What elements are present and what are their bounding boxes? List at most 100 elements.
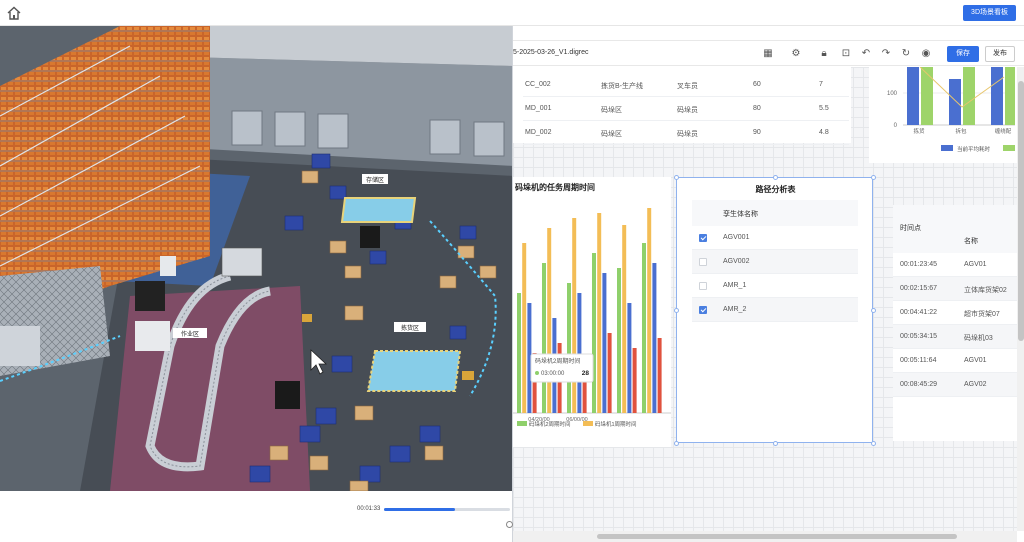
row-checkbox[interactable]	[699, 282, 707, 290]
playback-time: 00:01:33	[357, 506, 381, 512]
row-checkbox[interactable]	[699, 258, 707, 266]
time-bar-chart-svg: 100 0 拣货 拆包 缠绕配 当前平均耗时	[887, 67, 1015, 153]
eye-icon[interactable]: ◉	[919, 47, 933, 61]
x-tick: 拣货	[913, 127, 925, 135]
bar	[907, 67, 919, 125]
resize-handle[interactable]	[674, 175, 679, 180]
info-icon[interactable]	[506, 521, 513, 528]
x-tick: 缠绕配	[995, 127, 1012, 135]
event-time-table: 时间点 名称 00:01:23:45 AGV01 00:02:15:67 立体库…	[893, 205, 1017, 441]
bar	[622, 225, 627, 413]
resize-handle[interactable]	[773, 441, 778, 446]
scene-label-picking: 拣货区	[401, 324, 419, 332]
resize-handle[interactable]	[871, 441, 876, 446]
bar	[597, 213, 602, 413]
twin-name: AGV001	[723, 234, 750, 241]
dashboard-button[interactable]: 3D场景看板	[963, 5, 1016, 21]
horizontal-scrollbar[interactable]	[513, 531, 1017, 542]
file-name: 5-2025-03-26_V1.digrec	[513, 49, 589, 56]
twin-name: AMR_1	[723, 282, 747, 289]
app-root: 3D场景看板 存储区 作业区 拣货区 00:01:33 5-2025-03-26…	[0, 0, 1024, 542]
tooltip-value: 28	[582, 370, 590, 377]
bar	[1005, 67, 1015, 125]
bar	[963, 67, 975, 125]
table-header: 孪生体名称	[692, 200, 858, 226]
y-tick: 100	[887, 91, 898, 97]
resize-handle[interactable]	[871, 308, 876, 313]
bar	[652, 263, 657, 413]
dashboard-editor: 5-2025-03-26_V1.digrec ▦ ⚙ 🔒︎ ⊡ ↶ ↷ ↻ ◉ …	[512, 26, 1024, 542]
table-row: 00:02:15:67 立体库货架02	[893, 277, 1017, 301]
bar	[602, 273, 607, 413]
bar	[577, 293, 582, 413]
bar	[647, 208, 652, 413]
path-analysis-title: 路径分析表	[755, 185, 796, 194]
playback-progress-fill	[384, 508, 455, 511]
column-header-name: 名称	[964, 238, 978, 245]
table-header: 时间点 名称	[893, 205, 1017, 253]
editor-toolbar: 5-2025-03-26_V1.digrec ▦ ⚙ 🔒︎ ⊡ ↶ ↷ ↻ ◉ …	[513, 40, 1024, 66]
resize-handle[interactable]	[773, 175, 778, 180]
table-row: 00:01:23:45 AGV01	[893, 253, 1017, 277]
table-row[interactable]: AGV002	[692, 250, 858, 274]
table-row[interactable]: AMR_2	[692, 298, 858, 322]
editor-canvas[interactable]: CC_002 拣货B-生产线 叉车员 60 7 MD_001 码垛区 码垛员 8…	[513, 67, 1017, 531]
bar	[632, 348, 637, 413]
table-row[interactable]: AGV001	[692, 226, 858, 250]
bar	[522, 243, 527, 413]
playback-bar: 00:01:33	[0, 491, 514, 542]
home-icon[interactable]	[6, 5, 22, 21]
layout-icon[interactable]: ▦	[761, 47, 775, 61]
path-analysis-table: 孪生体名称 AGV001 AGV002 AMR_1 AMR_2	[692, 200, 858, 324]
resize-handle[interactable]	[674, 441, 679, 446]
publish-button[interactable]: 发布	[985, 46, 1015, 62]
playback-progress[interactable]	[384, 508, 510, 511]
bar	[592, 253, 596, 413]
legend-label: 码垛机2周期时间	[529, 420, 571, 428]
twin-name: AGV002	[723, 258, 750, 265]
x-tick: 拆包	[955, 127, 967, 135]
legend-swatch	[583, 421, 593, 426]
row-checkbox[interactable]	[699, 234, 707, 242]
column-header-time: 时间点	[900, 225, 921, 232]
time-bar-chart: 100 0 拣货 拆包 缠绕配 当前平均耗时	[869, 67, 1017, 163]
warehouse-3d-view[interactable]: 存储区 作业区 拣货区	[0, 26, 514, 491]
redo-icon[interactable]: ↷	[879, 47, 893, 61]
cycle-time-chart: 码垛机的任务周期时间 码垛机2周期时间 03:00:00 28 04/20/00…	[513, 177, 671, 447]
undo-icon[interactable]: ↶	[859, 47, 873, 61]
vertical-scrollbar[interactable]	[1017, 67, 1024, 531]
column-header-name: 孪生体名称	[723, 211, 758, 218]
bar	[542, 263, 546, 413]
table-row: 00:04:41:22 超市货架07	[893, 301, 1017, 325]
bar	[991, 67, 1003, 125]
worker-table: CC_002 拣货B-生产线 叉车员 60 7 MD_001 码垛区 码垛员 8…	[513, 67, 851, 145]
bar	[921, 67, 933, 125]
legend-swatch	[517, 421, 527, 426]
table-row: MD_002 码垛区 码垛员 90 4.8	[523, 121, 849, 145]
bar	[567, 283, 571, 413]
resize-handle[interactable]	[674, 308, 679, 313]
gear-icon[interactable]: ⚙	[789, 47, 803, 61]
bar	[949, 79, 961, 125]
refresh-icon[interactable]: ↻	[899, 47, 913, 61]
bar	[642, 243, 646, 413]
unlock-icon[interactable]: ⊡	[839, 47, 853, 61]
tooltip-label: 码垛机2周期时间	[535, 357, 580, 365]
y-tick: 0	[894, 123, 898, 129]
scene-label-storage: 存储区	[366, 176, 384, 184]
tooltip-time: 03:00:00	[541, 371, 565, 377]
lock-icon[interactable]: 🔒︎	[817, 47, 831, 61]
path-analysis-panel[interactable]: 路径分析表 孪生体名称 AGV001 AGV002 AMR_1 AMR_2	[674, 175, 876, 446]
tooltip-marker	[535, 371, 539, 375]
table-row: CC_002 拣货B-生产线 叉车员 60 7	[523, 73, 849, 97]
resize-handle[interactable]	[871, 175, 876, 180]
table-row: 00:08:45:29 AGV02	[893, 373, 1017, 397]
legend-label: 码垛机1周期时间	[595, 420, 637, 428]
row-checkbox[interactable]	[699, 306, 707, 314]
vertical-scroll-thumb[interactable]	[1018, 81, 1024, 341]
save-button[interactable]: 保存	[947, 46, 979, 62]
cycle-time-chart-svg: 码垛机2周期时间 03:00:00 28 04/20/00 06/00/00 码…	[513, 208, 671, 428]
horizontal-scroll-thumb[interactable]	[597, 534, 957, 539]
table-row: 00:05:11:64 AGV01	[893, 349, 1017, 373]
table-row[interactable]: AMR_1	[692, 274, 858, 298]
